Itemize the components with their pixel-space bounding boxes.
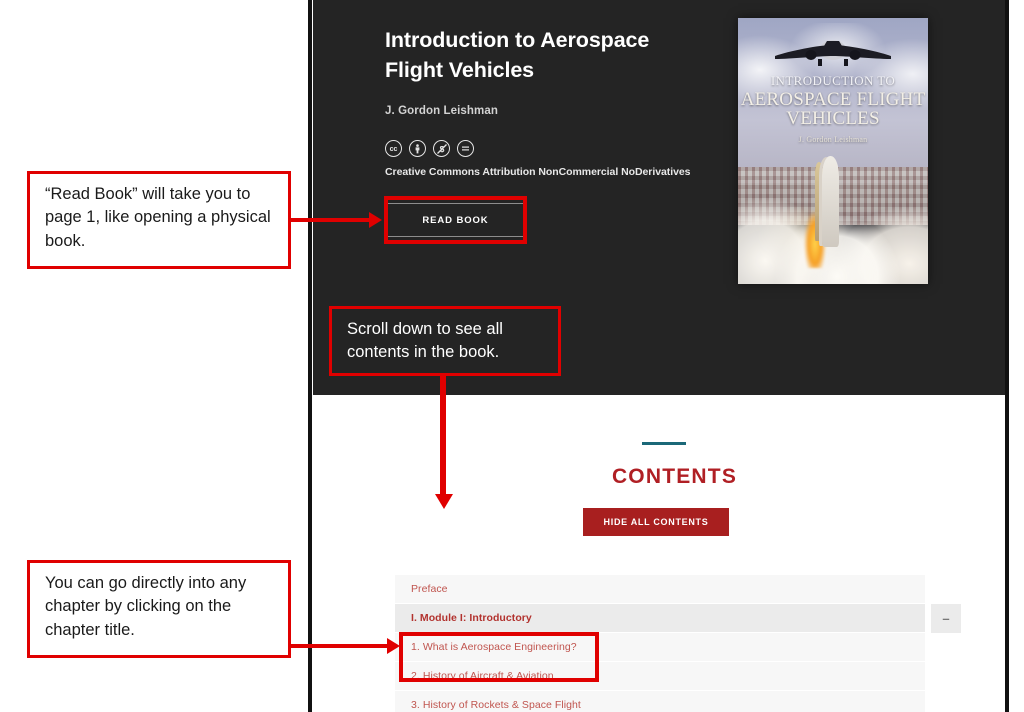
highlight-box-read-book [384,196,527,244]
book-author: J. Gordon Leishman [385,105,498,117]
book-cover-image[interactable]: INTRODUCTION TO AEROSPACE FLIGHT VEHICLE… [738,18,928,284]
screenshot-frame-left-edge [308,0,312,712]
toc-item-chapter-3[interactable]: 3. History of Rockets & Space Flight [395,691,925,712]
license-icon-group: cc $ [385,140,474,157]
toc-item-module-1[interactable]: I. Module I: Introductory – [395,604,961,633]
annotation-text: Scroll down to see all contents in the b… [347,320,503,362]
toc-item-label: Preface [411,583,448,595]
toc-item-label: I. Module I: Introductory [411,612,532,624]
collapse-module-toggle[interactable]: – [931,604,961,633]
annotation-arrow-head-chapter-click [387,638,400,654]
toc-item-preface[interactable]: Preface [395,575,925,604]
contents-heading: CONTENTS [611,465,738,488]
annotation-arrow-head-read-book [369,212,382,228]
cover-title-line-3: VEHICLES [786,108,880,130]
license-description: Creative Commons Attribution NonCommerci… [385,166,691,178]
hide-all-contents-button[interactable]: HIDE ALL CONTENTS [583,508,729,536]
cover-space-shuttle [821,156,839,247]
highlight-box-chapters [399,632,599,682]
cc-nc-noncommercial-icon: $ [433,140,450,157]
annotated-screenshot: Introduction to Aerospace Flight Vehicle… [0,0,1024,712]
annotation-arrow-line-chapter-click [291,644,389,648]
annotation-arrow-line-read-book [291,218,371,222]
cover-author-line: J. Gordon Leishman [798,135,868,145]
annotation-arrow-head-scroll-down [435,494,453,509]
toc-item-label: 3. History of Rockets & Space Flight [411,699,581,711]
screenshot-frame-right-edge [1005,0,1009,712]
annotation-callout-scroll-down: Scroll down to see all contents in the b… [329,306,561,376]
cover-title-line-2: AEROSPACE FLIGHT [740,88,926,110]
section-divider-rule [642,442,686,445]
annotation-arrow-line-scroll-down [440,376,446,496]
cc-icon: cc [385,140,402,157]
book-title: Introduction to Aerospace Flight Vehicle… [385,28,650,82]
cover-title-line-1: INTRODUCTION TO [770,72,896,88]
annotation-callout-chapter-click: You can go directly into any chapter by … [27,560,291,658]
annotation-callout-read-book: “Read Book” will take you to page 1, lik… [27,171,291,269]
cc-by-attribution-icon [409,140,426,157]
cover-artwork: INTRODUCTION TO AEROSPACE FLIGHT VEHICLE… [738,18,928,284]
cc-nd-noderivatives-icon [457,140,474,157]
cover-title-block: INTRODUCTION TO AEROSPACE FLIGHT VEHICLE… [738,74,928,145]
svg-text:cc: cc [390,146,398,153]
annotation-text: “Read Book” will take you to page 1, lik… [45,185,271,250]
annotation-text: You can go directly into any chapter by … [45,574,247,639]
